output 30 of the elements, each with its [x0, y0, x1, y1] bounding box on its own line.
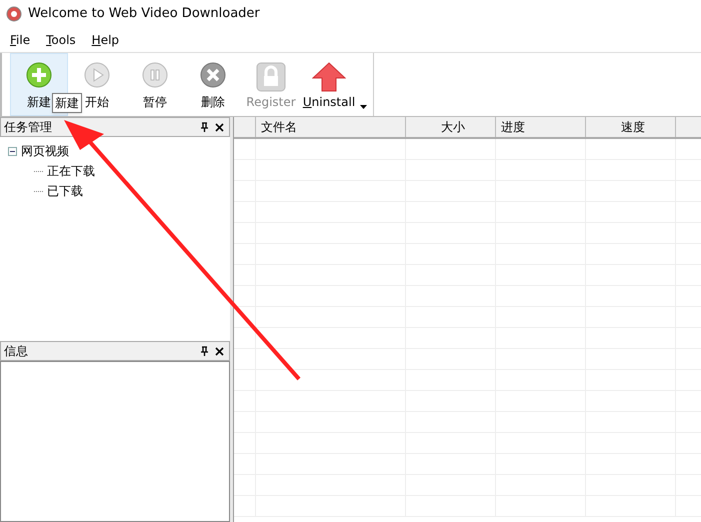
pin-icon[interactable]	[200, 122, 209, 132]
menu-item[interactable]: File	[10, 30, 30, 48]
menu-item[interactable]: Tools	[46, 30, 76, 48]
column-header[interactable]: 大小	[441, 118, 465, 136]
column-header[interactable]: 进度	[501, 118, 525, 136]
tree-item[interactable]: 已下载	[47, 182, 83, 200]
column-header[interactable]: 速度	[621, 118, 645, 136]
lock-icon	[256, 62, 286, 92]
toolbar-button[interactable]: 删除	[184, 53, 242, 116]
pin-icon[interactable]	[200, 346, 209, 356]
plus-icon	[26, 62, 52, 88]
info-text-area[interactable]	[0, 361, 230, 522]
close-icon[interactable]	[215, 122, 224, 132]
dropdown-caret-icon[interactable]	[360, 105, 367, 110]
app-icon	[6, 6, 22, 22]
pause-icon	[142, 62, 168, 88]
column-header[interactable]: 文件名	[261, 118, 297, 136]
tooltip: 新建	[52, 93, 82, 113]
tree-item[interactable]: 网页视频	[21, 142, 69, 160]
panel-title: 信息	[4, 343, 29, 360]
toolbar-button[interactable]: Uninstall	[300, 53, 358, 116]
tree-item[interactable]: 正在下载	[47, 162, 95, 180]
close-icon[interactable]	[215, 346, 224, 356]
close-icon	[200, 62, 226, 88]
menu-item[interactable]: Help	[92, 30, 120, 48]
play-icon	[84, 62, 110, 88]
window-title: Welcome to Web Video Downloader	[28, 4, 260, 23]
collapse-toggle[interactable]	[8, 146, 17, 156]
panel-title: 任务管理	[4, 119, 53, 136]
up-arrow-icon	[312, 62, 346, 92]
